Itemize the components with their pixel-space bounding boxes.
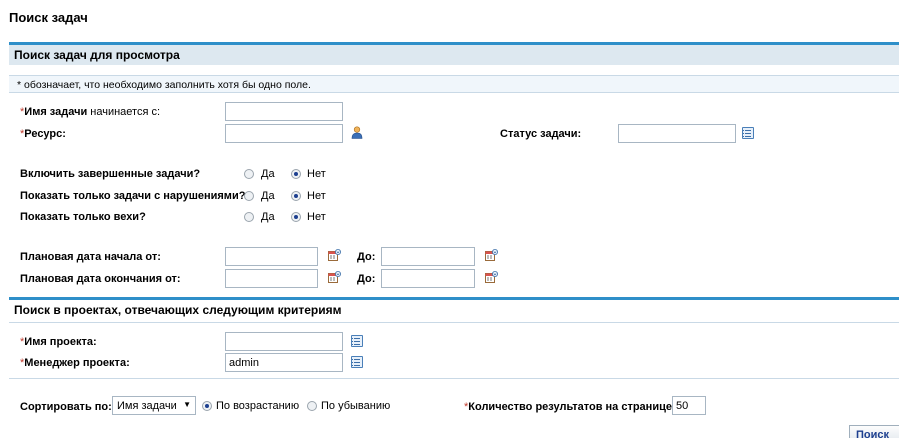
task-status-input[interactable] xyxy=(618,124,736,143)
sort-ascending-label: По возрастанию xyxy=(216,400,300,412)
project-manager-input[interactable] xyxy=(225,353,343,372)
only-milestones-yes-radio[interactable] xyxy=(244,212,254,222)
include-completed-no-radio[interactable] xyxy=(291,169,301,179)
project-name-input[interactable] xyxy=(225,332,343,351)
planned-finish-from-input[interactable] xyxy=(225,269,318,288)
calendar-icon[interactable] xyxy=(328,271,341,283)
sort-ascending-radio[interactable] xyxy=(202,401,212,411)
calendar-icon[interactable] xyxy=(328,249,341,261)
section-divider-line xyxy=(9,378,899,379)
required-field-note: * обозначает, что необходимо заполнить х… xyxy=(9,75,899,93)
planned-finish-to-label: До: xyxy=(357,273,376,285)
sort-by-select[interactable]: Имя задачи ▼ xyxy=(112,396,196,415)
task-status-label: Статус задачи: xyxy=(500,128,582,140)
section-title-task-search: Поиск задач для просмотра xyxy=(9,45,899,65)
planned-start-label: Плановая дата начала от: xyxy=(20,251,161,263)
only-violations-no-radio[interactable] xyxy=(291,191,301,201)
radio-yes-label: Да xyxy=(261,211,275,223)
page-title: Поиск задач xyxy=(9,10,88,25)
results-per-page-label: *Количество результатов на странице: xyxy=(464,401,676,413)
user-picker-icon[interactable] xyxy=(351,126,363,139)
only-milestones-no-radio[interactable] xyxy=(291,212,301,222)
only-violations-label: Показать только задачи с нарушениями? xyxy=(20,190,246,202)
sort-by-selected-value: Имя задачи xyxy=(117,400,177,412)
list-picker-icon[interactable] xyxy=(742,127,754,139)
resource-input[interactable] xyxy=(225,124,343,143)
radio-yes-label: Да xyxy=(261,190,275,202)
sort-descending-label: По убыванию xyxy=(321,400,391,412)
chevron-down-icon: ▼ xyxy=(183,400,191,409)
task-name-label: *Имя задачи начинается с: xyxy=(20,106,161,118)
only-violations-yes-radio[interactable] xyxy=(244,191,254,201)
calendar-icon[interactable] xyxy=(485,271,498,283)
sort-by-label: Сортировать по: xyxy=(20,401,112,413)
results-per-page-input[interactable] xyxy=(672,396,706,415)
radio-no-label: Нет xyxy=(307,190,326,202)
radio-no-label: Нет xyxy=(307,211,326,223)
section-title-project-criteria: Поиск в проектах, отвечающих следующим к… xyxy=(9,300,899,320)
list-picker-icon[interactable] xyxy=(351,356,363,368)
project-name-label: *Имя проекта: xyxy=(20,336,97,348)
planned-start-to-input[interactable] xyxy=(381,247,475,266)
radio-yes-label: Да xyxy=(261,168,275,180)
planned-start-to-label: До: xyxy=(357,251,376,263)
sort-descending-radio[interactable] xyxy=(307,401,317,411)
search-button[interactable]: Поиск xyxy=(849,425,899,438)
planned-start-from-input[interactable] xyxy=(225,247,318,266)
include-completed-yes-radio[interactable] xyxy=(244,169,254,179)
resource-label: *Ресурс: xyxy=(20,128,66,140)
only-milestones-label: Показать только вехи? xyxy=(20,211,146,223)
calendar-icon[interactable] xyxy=(485,249,498,261)
include-completed-label: Включить завершенные задачи? xyxy=(20,168,201,180)
planned-finish-to-input[interactable] xyxy=(381,269,475,288)
task-name-input[interactable] xyxy=(225,102,343,121)
section-divider-line xyxy=(9,322,899,323)
radio-no-label: Нет xyxy=(307,168,326,180)
planned-finish-label: Плановая дата окончания от: xyxy=(20,273,181,285)
list-picker-icon[interactable] xyxy=(351,335,363,347)
project-manager-label: *Менеджер проекта: xyxy=(20,357,130,369)
